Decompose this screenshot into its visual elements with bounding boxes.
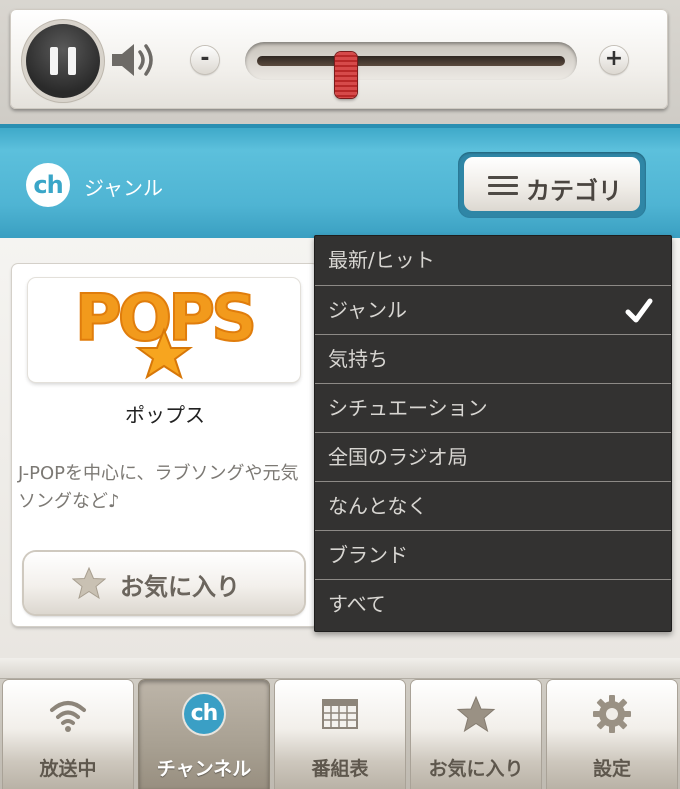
volume-slider-thumb[interactable] <box>335 52 358 98</box>
pops-logo: POPS <box>74 281 258 380</box>
star-icon <box>456 695 496 733</box>
genre-card[interactable]: POPS ポップス J-POPを中心に、ラブソングや元気ソングなど♪ お気に入り <box>12 264 318 626</box>
bottom-tab-bar: 放送中 ch チャンネル 番組表 お気に入り 設定 <box>0 658 680 789</box>
menu-item-random[interactable]: なんとなく <box>315 481 671 530</box>
add-favorite-label: お気に入り <box>120 573 240 601</box>
wifi-icon <box>50 701 86 732</box>
tab-favorites[interactable]: お気に入り <box>411 680 541 789</box>
channel-logo-icon: ch <box>26 163 70 207</box>
genre-name: ポップス <box>125 403 205 427</box>
checkmark-icon <box>625 298 653 323</box>
hamburger-icon <box>488 176 518 196</box>
add-favorite-button[interactable]: お気に入り <box>24 552 304 614</box>
menu-item-genre[interactable]: ジャンル <box>315 285 671 334</box>
volume-down-button[interactable]: - <box>191 46 219 74</box>
category-button-face: カテゴリ <box>464 157 640 211</box>
star-icon <box>72 566 106 600</box>
section-label: ジャンル <box>84 176 163 200</box>
channel-icon: ch <box>184 694 224 734</box>
pause-button[interactable] <box>26 24 100 98</box>
tabbar-divider <box>0 658 680 679</box>
tab-label: 番組表 <box>311 758 369 780</box>
menu-item-label: 気持ち <box>328 347 388 371</box>
player-bar: - + <box>0 0 680 124</box>
menu-item-label: 全国のラジオ局 <box>328 445 468 469</box>
category-header: ch ジャンル カテゴリ <box>0 124 680 238</box>
genre-description: J-POPを中心に、ラブソングや元気ソングなど♪ <box>18 463 299 512</box>
tab-label: チャンネル <box>156 758 252 780</box>
menu-item-label: なんとなく <box>328 494 428 518</box>
player-panel: - + <box>10 9 668 109</box>
tab-channel[interactable]: ch チャンネル <box>139 680 269 789</box>
tab-label: お気に入り <box>428 758 524 780</box>
tab-settings[interactable]: 設定 <box>547 680 677 789</box>
gear-icon <box>593 695 631 733</box>
menu-item-label: すべて <box>328 592 386 616</box>
tab-schedule[interactable]: 番組表 <box>275 680 405 789</box>
tab-label: 放送中 <box>39 758 97 780</box>
menu-item-mood[interactable]: 気持ち <box>315 334 671 383</box>
category-button-label: カテゴリ <box>526 177 622 205</box>
volume-up-button[interactable]: + <box>600 46 628 74</box>
menu-item-situation[interactable]: シチュエーション <box>315 383 671 432</box>
menu-item-label: ブランド <box>328 543 408 567</box>
menu-item-label: シチュエーション <box>328 396 488 420</box>
tab-label: 設定 <box>592 758 631 780</box>
menu-item-label: 最新/ヒット <box>328 248 435 272</box>
menu-item-latest-hits[interactable]: 最新/ヒット <box>315 236 671 285</box>
category-dropdown-menu: 最新/ヒット ジャンル 気持ち シチュエーション 全国のラジオ局 なんとなく ブ… <box>314 235 672 632</box>
tab-on-air[interactable]: 放送中 <box>3 680 133 789</box>
volume-slider[interactable] <box>245 42 577 98</box>
pause-icon-left <box>50 47 58 75</box>
pops-logo-box: POPS <box>28 278 300 382</box>
menu-item-radio-stations[interactable]: 全国のラジオ局 <box>315 432 671 481</box>
menu-item-brand[interactable]: ブランド <box>315 530 671 579</box>
category-button[interactable]: カテゴリ <box>458 152 646 218</box>
menu-item-all[interactable]: すべて <box>315 579 671 628</box>
pause-icon-right <box>68 47 76 75</box>
volume-slider-groove <box>257 52 565 98</box>
menu-item-label: ジャンル <box>328 298 407 322</box>
speaker-icon[interactable] <box>110 40 156 80</box>
grid-icon <box>322 699 358 729</box>
